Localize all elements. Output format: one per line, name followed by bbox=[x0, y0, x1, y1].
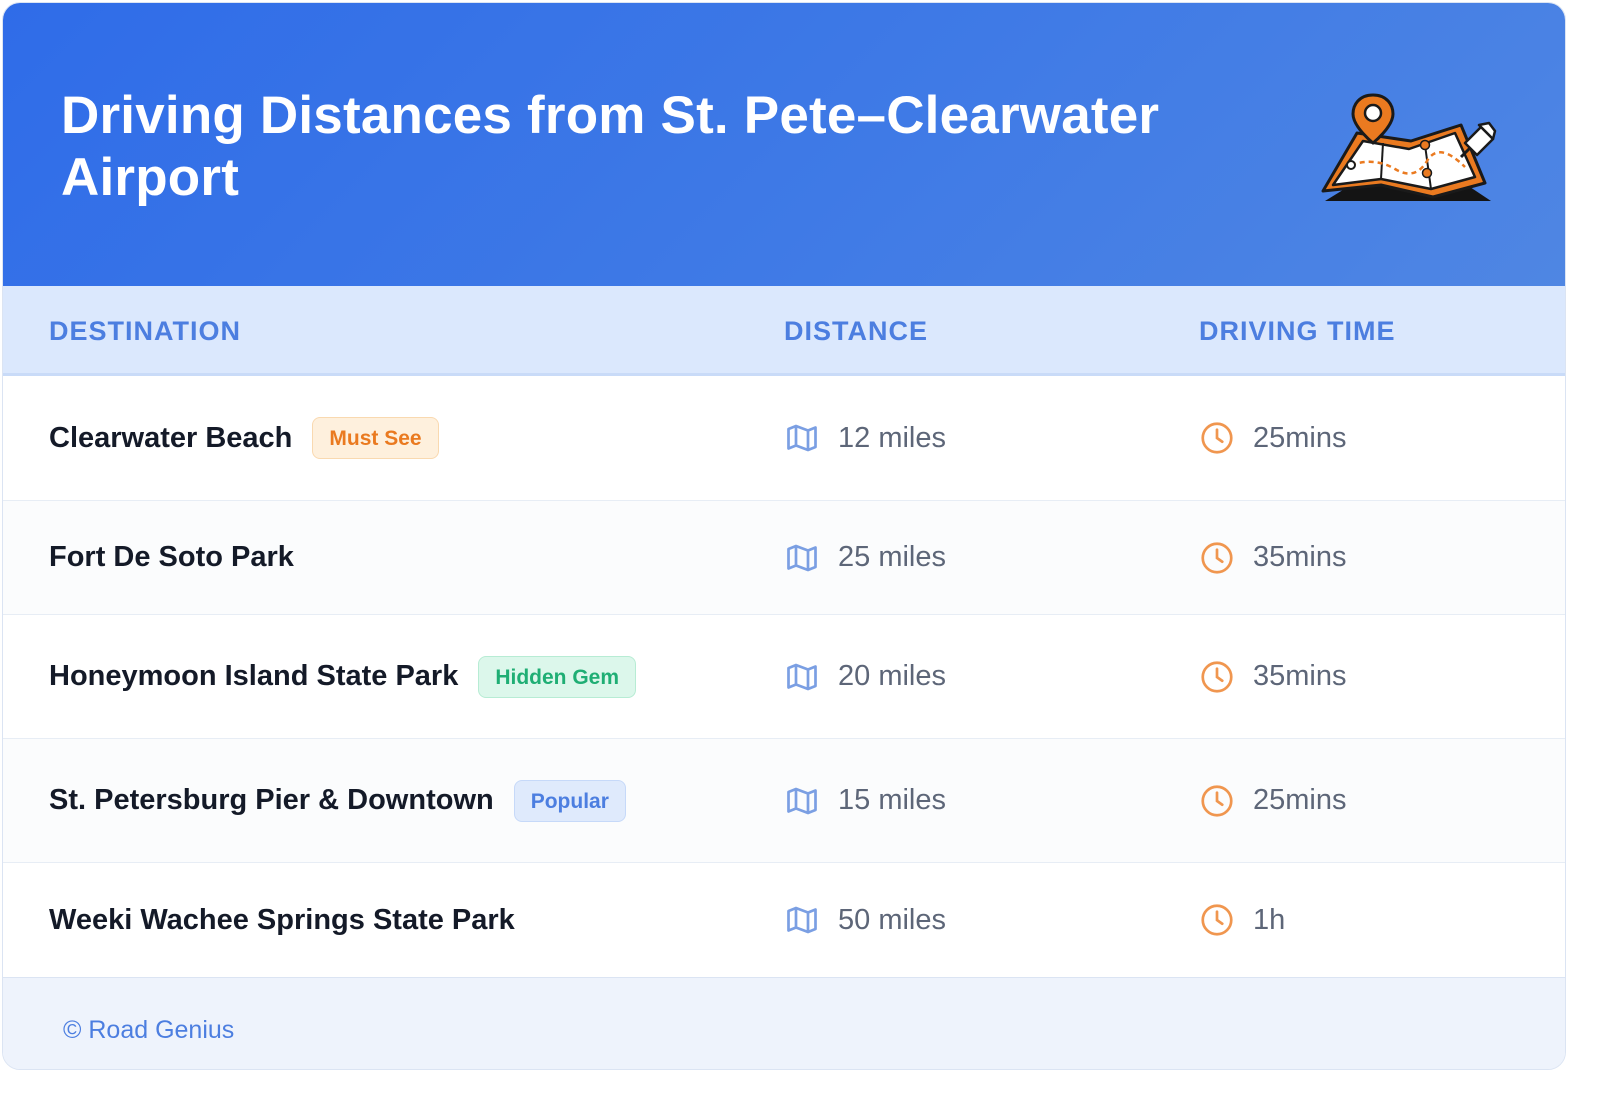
map-icon bbox=[787, 424, 817, 452]
column-header-driving-time: DRIVING TIME bbox=[1199, 316, 1396, 346]
clock-icon bbox=[1201, 541, 1233, 574]
clock-icon bbox=[1201, 422, 1233, 454]
distance-value: 15 miles bbox=[838, 784, 946, 816]
status-badge: Hidden Gem bbox=[478, 655, 637, 698]
destination-name: Fort De Soto Park bbox=[49, 541, 294, 573]
header-banner: Driving Distances from St. Pete–Clearwat… bbox=[3, 3, 1565, 286]
map-with-pins-icon bbox=[1321, 93, 1497, 201]
destination-name: Clearwater Beach bbox=[49, 421, 293, 454]
status-badge: Must See bbox=[312, 417, 439, 459]
clock-icon bbox=[1201, 784, 1233, 817]
driving-time-value: 25mins bbox=[1253, 421, 1347, 454]
table-row: St. Petersburg Pier & Downtown Popular 1… bbox=[3, 739, 1565, 863]
distance-value: 12 miles bbox=[838, 421, 946, 454]
distance-value: 50 miles bbox=[838, 903, 946, 936]
column-header-distance: DISTANCE bbox=[784, 316, 929, 346]
table-header: DESTINATION DISTANCE DRIVING TIME bbox=[3, 286, 1565, 376]
map-icon bbox=[787, 544, 817, 571]
destination-name: St. Petersburg Pier & Downtown bbox=[49, 784, 494, 816]
footer: © Road Genius bbox=[3, 977, 1565, 1069]
table-row: Clearwater Beach Must See 12 miles 25min… bbox=[3, 376, 1565, 501]
driving-time-value: 25mins bbox=[1253, 784, 1347, 816]
column-header-destination: DESTINATION bbox=[49, 316, 241, 346]
table-body: Clearwater Beach Must See 12 miles 25min… bbox=[3, 376, 1565, 977]
distance-table-card: Driving Distances from St. Pete–Clearwat… bbox=[2, 2, 1566, 1070]
distance-value: 20 miles bbox=[838, 660, 946, 692]
copyright-text: © Road Genius bbox=[63, 1016, 235, 1044]
table-row: Fort De Soto Park 25 miles 35mins bbox=[3, 501, 1565, 615]
map-icon bbox=[787, 663, 817, 690]
map-icon bbox=[787, 787, 817, 814]
driving-time-value: 35mins bbox=[1253, 541, 1347, 573]
table-row: Weeki Wachee Springs State Park 50 miles… bbox=[3, 863, 1565, 977]
clock-icon bbox=[1201, 660, 1233, 693]
page-title: Driving Distances from St. Pete–Clearwat… bbox=[61, 86, 1160, 207]
destination-name: Honeymoon Island State Park bbox=[49, 660, 459, 692]
table-row: Honeymoon Island State Park Hidden Gem 2… bbox=[3, 615, 1565, 739]
clock-icon bbox=[1201, 904, 1233, 936]
destination-name: Weeki Wachee Springs State Park bbox=[49, 903, 515, 936]
driving-time-value: 1h bbox=[1253, 903, 1286, 936]
map-icon bbox=[787, 906, 817, 934]
distance-value: 25 miles bbox=[838, 541, 946, 573]
driving-time-value: 35mins bbox=[1253, 660, 1347, 692]
status-badge: Popular bbox=[513, 779, 626, 822]
